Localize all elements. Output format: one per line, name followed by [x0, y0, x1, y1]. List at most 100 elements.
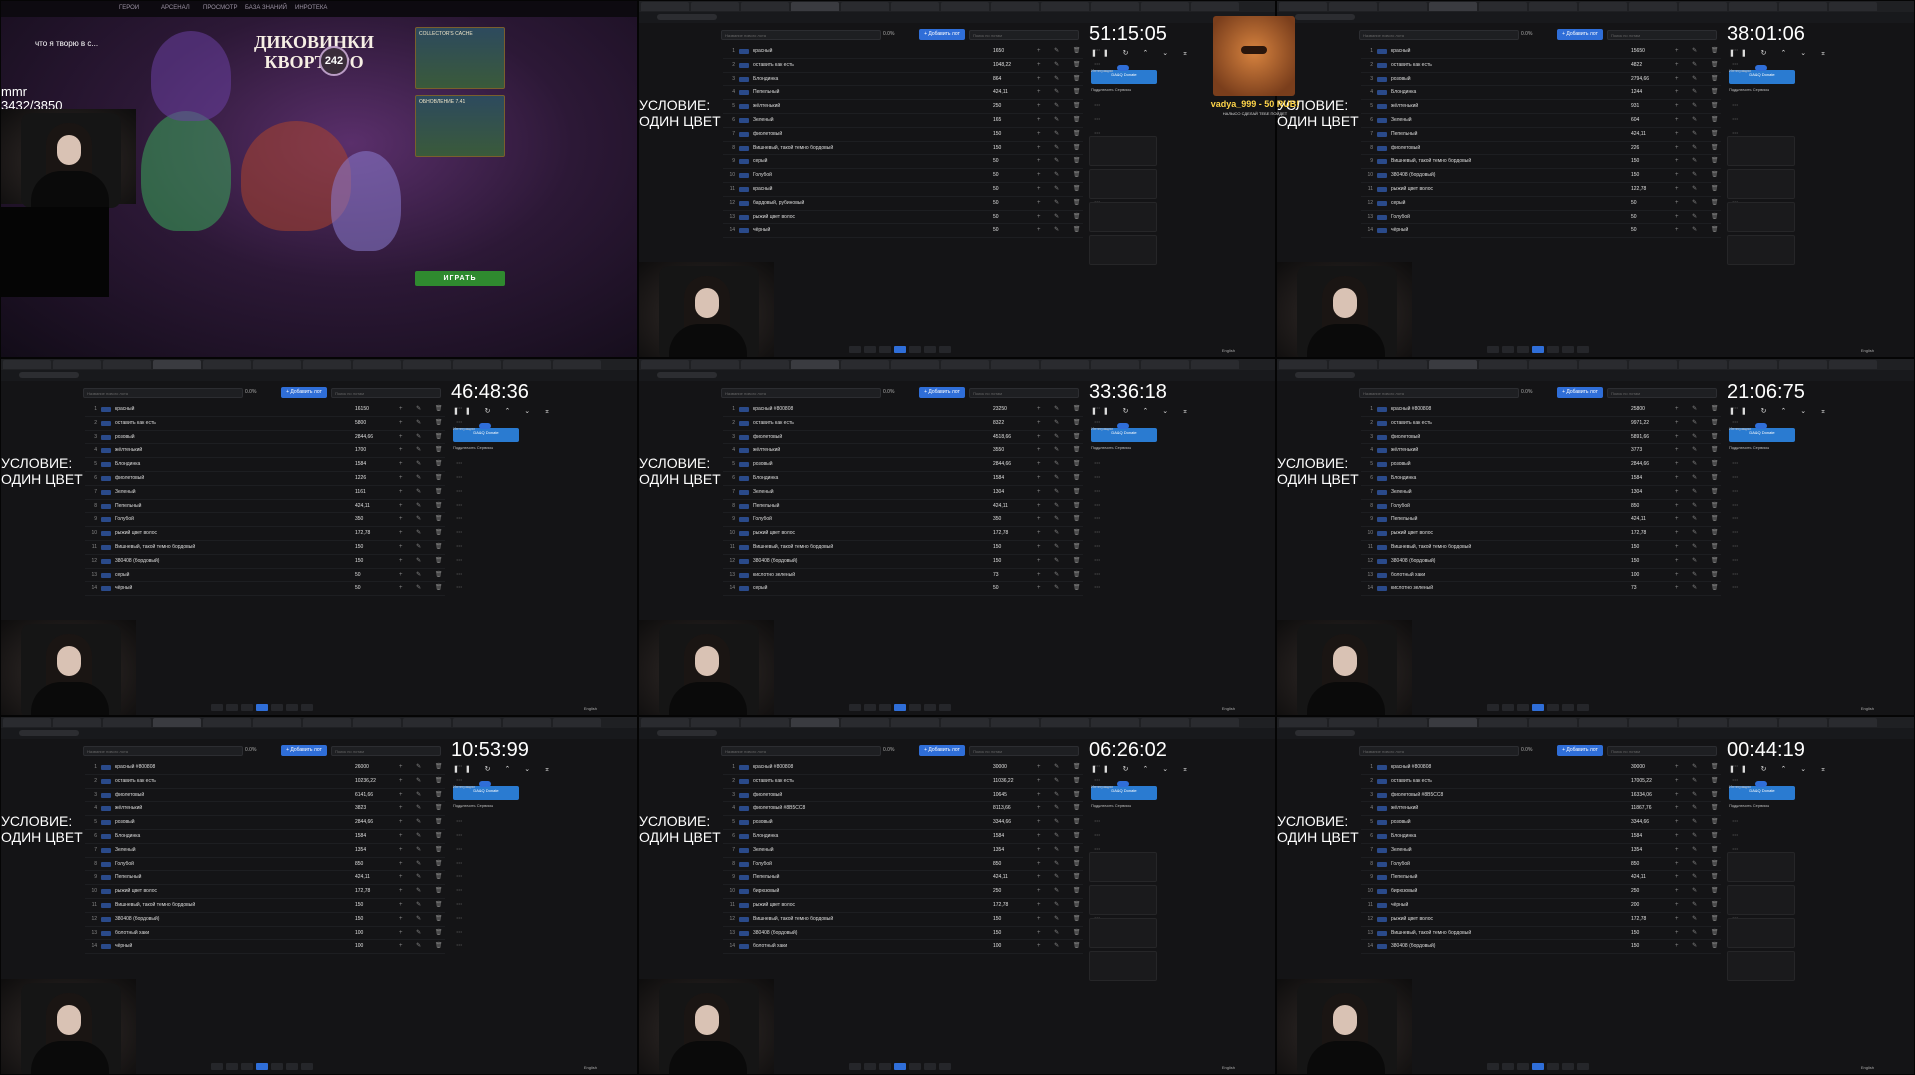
toolbar-button[interactable] [241, 704, 253, 711]
browser-tab[interactable] [1141, 718, 1189, 727]
toolbar-button[interactable] [1547, 1063, 1559, 1070]
lot-row[interactable]: 6 Блондинка 1584 + ✎ 🗑 ⋯ [723, 472, 1100, 486]
connect-services-label[interactable]: Подключить Сервисы [1729, 87, 1797, 92]
lot-row[interactable]: 8 Пепельный 424,11 + ✎ 🗑 ⋯ [85, 500, 462, 514]
toolbar-button[interactable] [1517, 346, 1529, 353]
browser-tab[interactable] [1829, 2, 1877, 11]
browser-tab[interactable] [103, 718, 151, 727]
lot-row[interactable]: 7 Зеленый 1304 + ✎ 🗑 ⋯ [1361, 486, 1738, 500]
lot-row[interactable]: 3 фиолетовый 10645 + ✎ 🗑 ⋯ [723, 789, 1100, 803]
lot-actions[interactable]: + ✎ 🗑 ⋯ [399, 460, 468, 467]
lot-row[interactable]: 11 Вишневый, такой темно бордовый 150 + ✎ 🗑… [1361, 541, 1738, 555]
lot-row[interactable]: 6 Блондинка 1584 + ✎ 🗑 ⋯ [1361, 472, 1738, 486]
lot-row[interactable]: 6 Блондинка 1584 + ✎ 🗑 ⋯ [723, 830, 1100, 844]
lot-row[interactable]: 5 розовый 2844,66 + ✎ 🗑 ⋯ [723, 458, 1100, 472]
lot-row[interactable]: 5 розовый 3344,66 + ✎ 🗑 ⋯ [1361, 816, 1738, 830]
browser-tab[interactable] [991, 360, 1039, 369]
lot-row[interactable]: 8 Голубой 850 + ✎ 🗑 ⋯ [1361, 500, 1738, 514]
toolbar-button[interactable] [226, 1063, 238, 1070]
toolbar-button[interactable] [1502, 1063, 1514, 1070]
browser-tab[interactable] [403, 360, 451, 369]
browser-tab[interactable] [403, 718, 451, 727]
browser-tab[interactable] [303, 718, 351, 727]
lot-row[interactable]: 9 Пепельный 424,11 + ✎ 🗑 ⋯ [85, 871, 462, 886]
browser-tab[interactable] [891, 360, 939, 369]
toolbar-button[interactable] [256, 1063, 268, 1070]
browser-tab[interactable] [1579, 2, 1627, 11]
address-field[interactable] [657, 372, 717, 378]
lot-row[interactable]: 13 Вишневый, такой темно бордовый 150 + ✎ 🗑… [1361, 927, 1738, 941]
lot-row[interactable]: 14 чёрный 50 + ✎ 🗑 ⋯ [1361, 224, 1738, 239]
integration-toggle[interactable] [1754, 422, 1767, 429]
add-lot-button[interactable]: + Добавить лот [281, 387, 327, 398]
browser-tab[interactable] [1729, 360, 1777, 369]
search-lots-input[interactable]: Поиск по лотам [1607, 746, 1717, 756]
address-field[interactable] [19, 730, 79, 736]
lot-row[interactable]: 13 серый 50 + ✎ 🗑 ⋯ [85, 569, 462, 583]
browser-tab[interactable] [1279, 2, 1327, 11]
lot-row[interactable]: 11 красный 50 + ✎ 🗑 ⋯ [723, 183, 1100, 197]
lot-row[interactable]: 4 жёлтенький 3823 + ✎ 🗑 ⋯ [85, 802, 462, 817]
browser-tab[interactable] [1479, 718, 1527, 727]
lot-row[interactable]: 4 Пепельный 424,11 + ✎ 🗑 ⋯ [723, 86, 1100, 101]
lot-row[interactable]: 11 рыжий цвет волос 172,78 + ✎ 🗑 ⋯ [723, 899, 1100, 913]
lot-row[interactable]: 4 жёлтенький 1700 + ✎ 🗑 ⋯ [85, 444, 462, 459]
toolbar-button[interactable] [849, 1063, 861, 1070]
lot-row[interactable]: 12 серый 50 + ✎ 🗑 ⋯ [1361, 197, 1738, 211]
toolbar-button[interactable] [1532, 1063, 1544, 1070]
address-bar[interactable] [1, 370, 637, 381]
timer-controls[interactable]: ❚❚ ↻ ⌃ ⌄ ⌅ [453, 765, 556, 773]
toolbar-button[interactable] [894, 1063, 906, 1070]
toolbar-button[interactable] [864, 346, 876, 353]
browser-tab[interactable] [991, 2, 1039, 11]
lot-row[interactable]: 14 кислотно зеленый 73 + ✎ 🗑 ⋯ [1361, 582, 1738, 597]
nav-item[interactable]: ПРОСМОТР [203, 5, 237, 11]
new-lot-input[interactable]: Название нового лота [1359, 746, 1519, 756]
lot-row[interactable]: 11 Вишневый, такой темно бордовый 150 + ✎ 🗑… [85, 541, 462, 555]
language-selector[interactable]: English [1861, 348, 1874, 353]
toolbar-button[interactable] [879, 704, 891, 711]
lot-row[interactable]: 8 Голубой 850 + ✎ 🗑 ⋯ [723, 858, 1100, 872]
toolbar-button[interactable] [924, 346, 936, 353]
browser-tab[interactable] [641, 2, 689, 11]
lot-row[interactable]: 1 красный #800808 30000 + ✎ 🗑 ⋯ [1361, 761, 1738, 775]
lot-row[interactable]: 14 болотный хаки 100 + ✎ 🗑 ⋯ [723, 940, 1100, 955]
language-selector[interactable]: English [1222, 706, 1235, 711]
browser-tab[interactable] [691, 360, 739, 369]
lot-row[interactable]: 3 фиолетовый #8B5CC8 16334,06 + ✎ 🗑 ⋯ [1361, 789, 1738, 803]
lot-actions[interactable]: + ✎ 🗑 ⋯ [1037, 116, 1106, 123]
lot-row[interactable]: 3 Блондинка 864 + ✎ 🗑 ⋯ [723, 73, 1100, 87]
new-lot-input[interactable]: Название нового лота [1359, 388, 1519, 398]
lot-row[interactable]: 11 Вишневый, такой темно бордовый 150 + ✎ 🗑… [85, 899, 462, 913]
collector-cache-card[interactable]: COLLECTOR'S CACHE [415, 27, 505, 89]
lot-row[interactable]: 12 380408 (бордовый) 150 + ✎ 🗑 ⋯ [1361, 555, 1738, 569]
browser-tab[interactable] [453, 360, 501, 369]
connect-services-label[interactable]: Подключить Сервисы [453, 803, 521, 808]
browser-tab[interactable] [1779, 2, 1827, 11]
language-selector[interactable]: English [584, 706, 597, 711]
lot-actions[interactable]: + ✎ 🗑 ⋯ [1037, 474, 1106, 481]
lot-row[interactable]: 7 Зеленый 1354 + ✎ 🗑 ⋯ [723, 844, 1100, 858]
connect-services-label[interactable]: Подключить Сервисы [453, 445, 521, 450]
new-lot-input[interactable]: Название нового лота [83, 746, 243, 756]
lot-row[interactable]: 7 Пепельный 424,11 + ✎ 🗑 ⋯ [1361, 128, 1738, 142]
browser-tab[interactable] [1191, 718, 1239, 727]
lot-row[interactable]: 5 розовый 2844,66 + ✎ 🗑 ⋯ [85, 816, 462, 830]
browser-tab[interactable] [991, 718, 1039, 727]
toolbar-button[interactable] [849, 346, 861, 353]
lot-row[interactable]: 6 Блондинка 1584 + ✎ 🗑 ⋯ [85, 830, 462, 844]
lot-actions[interactable]: + ✎ 🗑 ⋯ [399, 818, 468, 825]
lot-row[interactable]: 12 380408 (бордовый) 150 + ✎ 🗑 ⋯ [723, 555, 1100, 569]
lot-row[interactable]: 2 оставить как есть 5800 + ✎ 🗑 ⋯ [85, 417, 462, 431]
address-bar[interactable] [1277, 728, 1914, 739]
lot-row[interactable]: 14 чёрный 50 + ✎ 🗑 ⋯ [85, 582, 462, 597]
new-lot-input[interactable]: Название нового лота [721, 746, 881, 756]
lot-row[interactable]: 12 рыжий цвет волос 172,78 + ✎ 🗑 ⋯ [1361, 913, 1738, 927]
toolbar-button[interactable] [1487, 704, 1499, 711]
search-lots-input[interactable]: Поиск по лотам [331, 746, 441, 756]
connect-services-label[interactable]: Подключить Сервисы [1091, 803, 1159, 808]
lot-row[interactable]: 3 фиолетовый 4518,66 + ✎ 🗑 ⋯ [723, 431, 1100, 445]
lot-row[interactable]: 3 розовый 2794,66 + ✎ 🗑 ⋯ [1361, 73, 1738, 87]
connect-services-label[interactable]: Подключить Сервисы [1729, 445, 1797, 450]
lot-row[interactable]: 7 Зеленый 1161 + ✎ 🗑 ⋯ [85, 486, 462, 500]
